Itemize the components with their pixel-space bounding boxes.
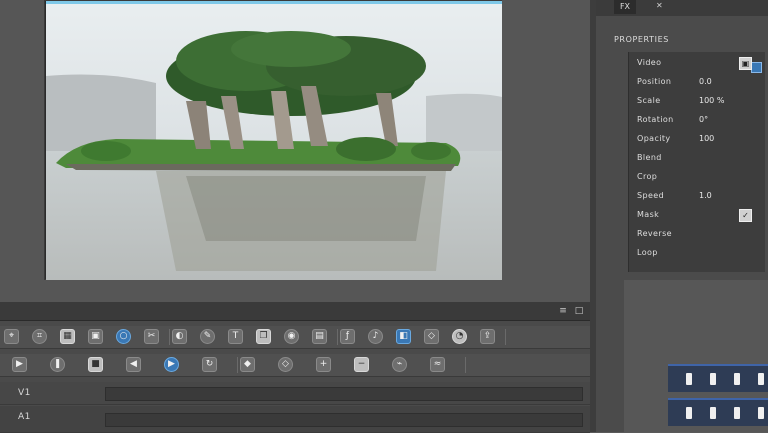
properties-title: PROPERTIES: [614, 35, 669, 44]
preview-canvas[interactable]: [44, 0, 502, 280]
loop-icon[interactable]: ↻: [202, 357, 217, 372]
property-label: Speed: [637, 191, 665, 200]
shape-icon[interactable]: ◇: [424, 329, 439, 344]
property-toggle[interactable]: ▣: [739, 57, 752, 70]
speed-icon[interactable]: ◔: [452, 329, 467, 344]
thumbnail-marker[interactable]: [686, 407, 692, 419]
property-value[interactable]: 100: [699, 134, 714, 143]
play-icon[interactable]: ▶: [12, 357, 27, 372]
thumbnail-marker[interactable]: [734, 373, 740, 385]
color-icon[interactable]: ◧: [396, 329, 411, 344]
next-frame-icon[interactable]: ▶: [164, 357, 179, 372]
thumbnail-marker[interactable]: [710, 373, 716, 385]
thumbnail-marker[interactable]: [734, 407, 740, 419]
scissors-icon[interactable]: ✂: [144, 329, 159, 344]
property-label: Mask: [637, 210, 660, 219]
thumbnail-marker[interactable]: [758, 407, 764, 419]
viewer-workspace: [0, 0, 590, 302]
track-row-video[interactable]: V1: [0, 382, 590, 405]
properties-panel: FX ✕ PROPERTIES Video ▣ Position 0.0 Scale 10…: [596, 0, 768, 432]
playback-toolbar: ▶ ❚ ■ ◀ ▶ ↻ ◆ ◇ + − ⌁ ≈: [0, 354, 590, 377]
pen-icon[interactable]: ✎: [200, 329, 215, 344]
property-value[interactable]: 1.0: [699, 191, 712, 200]
property-label: Reverse: [637, 229, 672, 238]
timeline-header: ≡ □: [0, 302, 590, 321]
zoom-out-icon[interactable]: −: [354, 357, 369, 372]
track-lane[interactable]: [105, 387, 583, 401]
property-label: Crop: [637, 172, 658, 181]
track-label: V1: [18, 388, 31, 398]
property-label: Rotation: [637, 115, 674, 124]
thumbnail-strip[interactable]: [668, 364, 768, 392]
tab-effects[interactable]: FX: [614, 0, 636, 14]
toolbar-separator: [337, 329, 338, 345]
toolbar-separator: [169, 329, 170, 345]
thumbnail-marker[interactable]: [758, 373, 764, 385]
stop-icon[interactable]: ■: [88, 357, 103, 372]
tools-toolbar: ⌖ ⌗ ▦ ▣ ○ ✂ ◐ ✎ T ❐ ◉ ▤ ƒ ♪ ◧ ◇ ◔ ⇪: [0, 326, 590, 349]
mask-icon[interactable]: ◐: [172, 329, 187, 344]
toolbar-separator: [237, 357, 238, 373]
thumbnail-marker[interactable]: [686, 373, 692, 385]
eye-icon[interactable]: ◉: [284, 329, 299, 344]
lock-icon[interactable]: ▤: [312, 329, 327, 344]
cursor-icon[interactable]: ⌖: [4, 329, 19, 344]
audio-icon[interactable]: ♪: [368, 329, 383, 344]
circle-icon[interactable]: ○: [116, 329, 131, 344]
property-label: Scale: [637, 96, 661, 105]
pause-icon[interactable]: ❚: [50, 357, 65, 372]
property-label: Loop: [637, 248, 658, 257]
zoom-in-icon[interactable]: +: [316, 357, 331, 372]
property-value[interactable]: 100 %: [699, 96, 724, 105]
properties-list: Video ▣ Position 0.0 Scale 100 % Rotation 0° Opa…: [628, 52, 765, 272]
track-label: A1: [18, 412, 31, 422]
property-value[interactable]: 0.0: [699, 77, 712, 86]
crop-icon[interactable]: ⌗: [32, 329, 47, 344]
property-label: Opacity: [637, 134, 671, 143]
track-lane[interactable]: [105, 413, 583, 427]
properties-tabbar: FX ✕: [596, 0, 768, 16]
text-icon[interactable]: T: [228, 329, 243, 344]
thumbnail-strip[interactable]: [668, 398, 768, 426]
ripple-icon[interactable]: ≈: [430, 357, 445, 372]
close-icon[interactable]: ✕: [656, 1, 663, 10]
film-icon[interactable]: ▣: [88, 329, 103, 344]
property-label: Position: [637, 77, 672, 86]
toolbar-separator: [465, 357, 466, 373]
keyframe-icon[interactable]: ◇: [278, 357, 293, 372]
preview-image: [46, 1, 502, 280]
layers-icon[interactable]: ❐: [256, 329, 271, 344]
toolbar-separator: [505, 329, 506, 345]
clip-thumbnails: [624, 280, 768, 432]
prev-frame-icon[interactable]: ◀: [126, 357, 141, 372]
fx-icon[interactable]: ƒ: [340, 329, 355, 344]
grid-icon[interactable]: ▦: [60, 329, 75, 344]
track-row-audio[interactable]: A1: [0, 406, 590, 433]
panel-menu-icon[interactable]: ≡: [556, 305, 570, 317]
snap-icon[interactable]: ⌁: [392, 357, 407, 372]
marker-icon[interactable]: ◆: [240, 357, 255, 372]
export-icon[interactable]: ⇪: [480, 329, 495, 344]
thumbnail-marker[interactable]: [710, 407, 716, 419]
property-value[interactable]: 0°: [699, 115, 708, 124]
color-swatch[interactable]: [751, 62, 762, 73]
timeline-panel: ≡ □ ⌖ ⌗ ▦ ▣ ○ ✂ ◐ ✎ T ❐ ◉ ▤ ƒ ♪ ◧ ◇ ◔ ⇪ ▶ ❚ ■ ◀ ▶ ↻ ◆ ◇ + − ⌁ ≈ V1 A…: [0, 302, 590, 433]
property-label: Blend: [637, 153, 662, 162]
property-toggle[interactable]: ✓: [739, 209, 752, 222]
panel-maximize-icon[interactable]: □: [572, 305, 586, 317]
property-label: Video: [637, 58, 662, 67]
